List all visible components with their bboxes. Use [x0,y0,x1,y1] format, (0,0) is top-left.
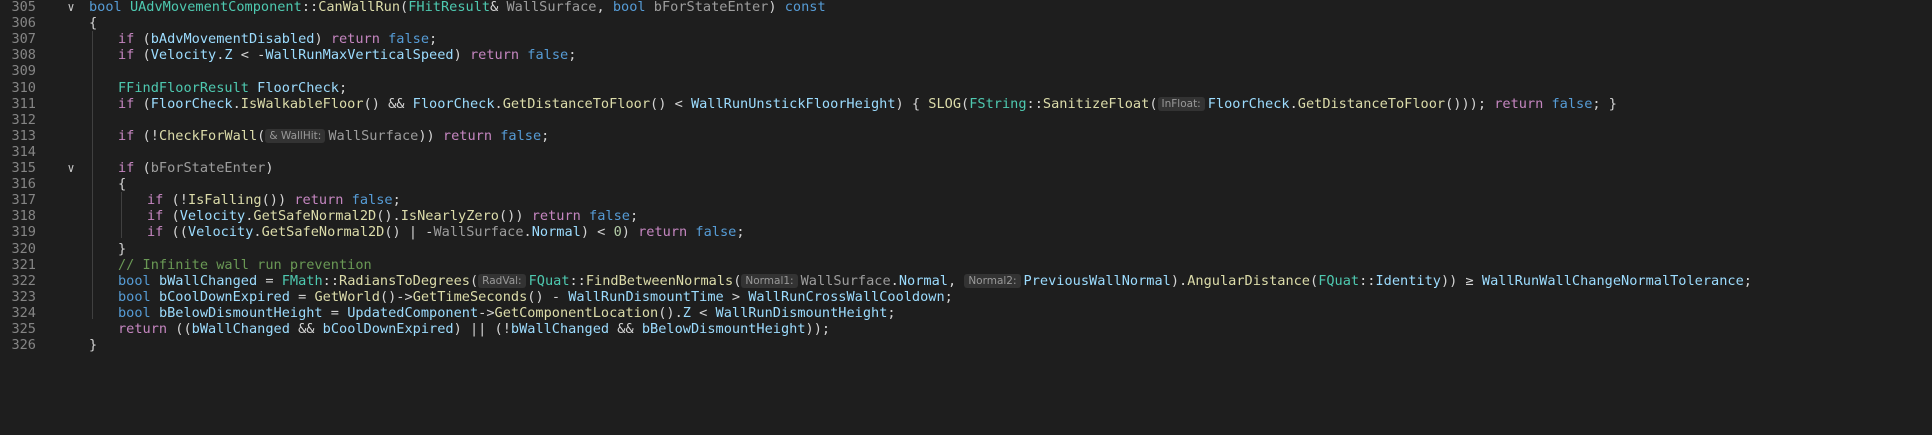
inlay-hint: RadVal: [478,273,526,288]
line-number: 326 [11,337,36,354]
inlay-hint: Normal1: [741,273,798,288]
code-editor[interactable]: 305 ∨ bool UAdvMovementComponent::CanWallR… [0,0,1932,435]
code-token: } [89,337,98,354]
inlay-hint: Normal2: [964,273,1021,288]
inlay-hint: & WallHit: [265,128,326,143]
inlay-hint: InFloat: [1157,96,1205,111]
code-line[interactable]: 326} [0,335,1932,355]
code-text: } [89,335,97,355]
